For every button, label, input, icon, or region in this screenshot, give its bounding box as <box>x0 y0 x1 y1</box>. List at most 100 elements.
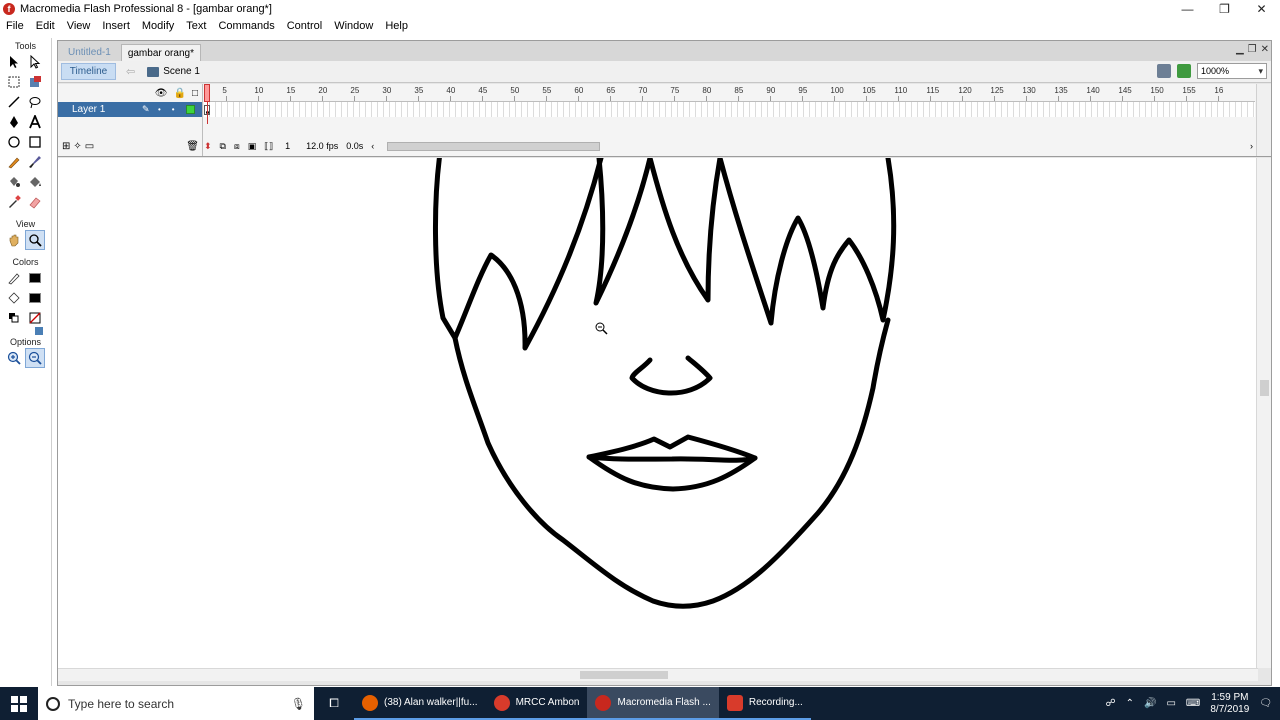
reduce-option[interactable] <box>25 348 45 368</box>
swap-colors-button[interactable] <box>29 321 49 341</box>
paint-bucket-tool[interactable] <box>25 172 45 192</box>
menu-control[interactable]: Control <box>281 18 328 35</box>
edit-scene-icon[interactable] <box>1157 64 1171 78</box>
line-tool[interactable] <box>4 92 24 112</box>
layer-header: 👁 🔒 □ <box>58 84 202 102</box>
layer-row[interactable]: Layer 1 ✎ •• <box>58 102 202 117</box>
menu-edit[interactable]: Edit <box>30 18 61 35</box>
frames-area: 5 10 15 20 25 30 35 40 45 50 55 60 65 70 75 80 85 90 95 100… <box>204 84 1255 156</box>
timeline-toggle-button[interactable]: Timeline <box>61 63 116 80</box>
timeline-scroll-thumb[interactable] <box>387 142 600 151</box>
notifications-icon[interactable]: 🗨 <box>1259 698 1272 709</box>
keyboard-icon[interactable]: ⌨ <box>1186 698 1200 709</box>
text-tool[interactable] <box>25 112 45 132</box>
hand-tool[interactable] <box>4 230 24 250</box>
menu-modify[interactable]: Modify <box>136 18 180 35</box>
microphone-icon[interactable]: 🎙 <box>291 697 306 711</box>
taskbar-item-recording[interactable]: Recording... <box>718 687 811 720</box>
eraser-tool[interactable] <box>25 192 45 212</box>
menu-view[interactable]: View <box>61 18 97 35</box>
frame-ruler[interactable]: 5 10 15 20 25 30 35 40 45 50 55 60 65 70 75 80 85 90 95 100… <box>204 84 1255 102</box>
edit-multiple-frames-icon[interactable]: ▣ <box>248 141 257 152</box>
onion-markers-icon[interactable]: ⟦⟧ <box>264 141 273 152</box>
doc-close-icon[interactable]: ✕ <box>1261 44 1269 55</box>
stroke-color-pencil[interactable] <box>4 268 24 288</box>
start-button[interactable] <box>0 687 38 720</box>
insert-layer-icon[interactable]: ⊞ <box>62 141 70 152</box>
brush-tool[interactable] <box>25 152 45 172</box>
taskbar-item-firefox[interactable]: (38) Alan walker||fu... <box>354 687 486 720</box>
network-icon[interactable]: ▭ <box>1166 698 1175 709</box>
lock-icon[interactable]: 🔒 <box>174 88 186 99</box>
scroll-right-arrow-icon[interactable]: › <box>1250 141 1253 151</box>
tab-untitled-1[interactable]: Untitled-1 <box>62 44 117 61</box>
insert-folder-icon[interactable]: ▭ <box>85 141 94 152</box>
stroke-color-swatch[interactable] <box>25 268 45 288</box>
selection-tool[interactable] <box>4 52 24 72</box>
taskbar-item-flash[interactable]: Macromedia Flash ... <box>587 687 719 720</box>
back-arrow-icon[interactable]: ⇦ <box>126 65 135 78</box>
delete-layer-icon[interactable]: 🗑 <box>186 141 199 152</box>
onion-skin-icon[interactable]: ⧉ <box>220 141 226 152</box>
menu-window[interactable]: Window <box>328 18 379 35</box>
menu-insert[interactable]: Insert <box>96 18 136 35</box>
menu-text[interactable]: Text <box>180 18 212 35</box>
tab-gambar-orang[interactable]: gambar orang* <box>120 44 201 61</box>
onion-outlines-icon[interactable]: ⧈ <box>234 141 240 152</box>
timeline-vertical-scrollbar[interactable] <box>1256 84 1271 156</box>
window-title: Macromedia Flash Professional 8 - [gamba… <box>20 3 272 15</box>
stage-vscroll-thumb[interactable] <box>1260 380 1269 396</box>
scroll-left-arrow-icon[interactable]: ‹ <box>371 141 374 151</box>
menu-file[interactable]: File <box>0 18 30 35</box>
ruler-label: 45 <box>478 86 488 95</box>
add-motion-guide-icon[interactable]: ✧ <box>73 141 81 152</box>
eyedropper-tool[interactable] <box>4 192 24 212</box>
menu-commands[interactable]: Commands <box>212 18 280 35</box>
outline-icon[interactable]: □ <box>192 88 198 99</box>
center-frame-icon[interactable]: ⬍ <box>204 141 212 152</box>
restore-button[interactable]: ❐ <box>1206 0 1243 18</box>
playhead[interactable] <box>204 84 210 102</box>
frame-row[interactable] <box>204 102 1255 117</box>
lasso-tool[interactable] <box>25 92 45 112</box>
ink-bottle-tool[interactable] <box>4 172 24 192</box>
edit-symbols-icon[interactable] <box>1177 64 1191 78</box>
layer-outline-color[interactable] <box>186 105 195 114</box>
fill-transform-tool[interactable] <box>25 72 45 92</box>
colors-title: Colors <box>12 257 39 267</box>
doc-restore-icon[interactable]: ❐ <box>1248 44 1257 55</box>
volume-icon[interactable]: 🔊 <box>1144 698 1156 709</box>
menu-help[interactable]: Help <box>379 18 414 35</box>
zoom-cursor-icon <box>595 322 608 335</box>
oval-tool[interactable] <box>4 132 24 152</box>
pencil-tool[interactable] <box>4 152 24 172</box>
stage-horizontal-scrollbar[interactable] <box>58 668 1258 681</box>
task-view-button[interactable]: ⧠ <box>314 696 354 711</box>
taskbar-item-mrcc[interactable]: MRCC Ambon <box>485 687 588 720</box>
subselection-tool[interactable] <box>25 52 45 72</box>
fill-color-swatch[interactable] <box>25 288 45 308</box>
ruler-tick <box>386 96 388 101</box>
chevron-up-icon[interactable]: ⌃ <box>1126 698 1134 709</box>
rectangle-tool[interactable] <box>25 132 45 152</box>
stage-hscroll-thumb[interactable] <box>580 671 668 679</box>
stage-canvas[interactable] <box>58 158 1258 668</box>
minimize-button[interactable]: — <box>1169 0 1206 18</box>
doc-minimize-icon[interactable]: ▁ <box>1236 44 1244 55</box>
scene-label[interactable]: Scene 1 <box>163 66 200 77</box>
stage-vertical-scrollbar[interactable] <box>1256 158 1271 668</box>
people-icon[interactable]: ☍ <box>1105 698 1115 709</box>
enlarge-option[interactable] <box>4 348 24 368</box>
taskbar-search[interactable]: Type here to search 🎙 <box>38 687 314 720</box>
ruler-label: 140 <box>1086 86 1100 95</box>
close-button[interactable]: ✕ <box>1243 0 1280 18</box>
free-transform-tool[interactable] <box>4 72 24 92</box>
eye-icon[interactable]: 👁 <box>155 88 168 99</box>
fill-color-bucket[interactable] <box>4 288 24 308</box>
zoom-tool[interactable] <box>25 230 45 250</box>
clock[interactable]: 1:59 PM 8/7/2019 <box>1210 692 1249 716</box>
black-white-button[interactable] <box>4 308 24 328</box>
zoom-select[interactable]: 1000% <box>1197 63 1267 79</box>
subselect-arrow-icon <box>30 55 41 69</box>
pen-tool[interactable] <box>4 112 24 132</box>
